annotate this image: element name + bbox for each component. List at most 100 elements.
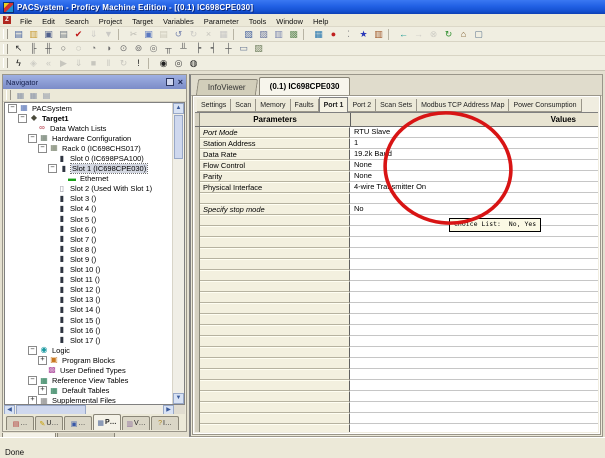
stop-icon[interactable]: ■ [86, 57, 101, 70]
nav-tab-manager[interactable]: ▤… [6, 416, 34, 430]
doc-tab-ic698cpe030[interactable]: (0.1) IC698CPE030 [259, 77, 351, 95]
param-value-cell[interactable] [350, 347, 598, 358]
nav-tab-infoview[interactable]: ?I… [151, 416, 179, 430]
param-value-cell[interactable] [350, 292, 598, 303]
tree-item-slot-5[interactable]: ▮Slot 5 () [5, 214, 173, 224]
tree-item-slot-0-ic698psa100[interactable]: ▮Slot 0 (IC698PSA100) [5, 153, 173, 163]
tab-scan-sets[interactable]: Scan Sets [376, 99, 417, 112]
select-tool-icon[interactable]: ↖ [11, 42, 26, 55]
cascade-windows-icon[interactable]: ▧ [241, 28, 256, 41]
tree-item-slot-9[interactable]: ▮Slot 9 () [5, 254, 173, 264]
rewind-icon[interactable]: « [41, 57, 56, 70]
nav-view-options-icon[interactable]: ▤ [40, 90, 53, 101]
doc-tab-infoviewer[interactable]: InfoViewer [196, 79, 258, 95]
scroll-up-icon[interactable]: ▲ [173, 103, 184, 114]
param-value-cell[interactable] [350, 325, 598, 336]
child-window-icon[interactable]: Z [3, 16, 11, 24]
tree-item-slot-7[interactable]: ▮Slot 7 () [5, 234, 173, 244]
force-icon[interactable]: ◈ [26, 57, 41, 70]
write-changes-icon[interactable]: ⇓ [86, 28, 101, 41]
param-value-cell[interactable] [350, 358, 598, 369]
paste-icon[interactable]: ▤ [156, 28, 171, 41]
menu-variables[interactable]: Variables [158, 16, 199, 27]
show-docs-icon[interactable]: ▢ [471, 28, 486, 41]
clear-faults-icon[interactable]: ! [131, 57, 146, 70]
find-icon[interactable]: ◉ [156, 57, 171, 70]
tree-item-slot-12[interactable]: ▮Slot 12 () [5, 285, 173, 295]
param-value-cell[interactable] [350, 402, 598, 413]
menu-parameter[interactable]: Parameter [199, 16, 244, 27]
menu-search[interactable]: Search [60, 16, 94, 27]
tree-item-slot-1-ic698cpe030[interactable]: −▮Slot 1 (IC698CPE030) [5, 164, 173, 174]
find-in-files-icon[interactable]: ◎ [171, 57, 186, 70]
nav-tab-variables[interactable]: ▥V… [122, 416, 150, 430]
draw-tool-icon[interactable]: ▨ [251, 42, 266, 55]
favorites-icon[interactable]: ★ [356, 28, 371, 41]
find-next-icon[interactable]: ◍ [186, 57, 201, 70]
tree-item-slot-4[interactable]: ▮Slot 4 () [5, 204, 173, 214]
properties-icon[interactable]: ▦ [216, 28, 231, 41]
pause-icon[interactable]: ‖ [101, 57, 116, 70]
tree-item-slot-6[interactable]: ▮Slot 6 () [5, 224, 173, 234]
function-block-icon[interactable]: ◎ [146, 42, 161, 55]
options-icon[interactable]: ▩ [286, 28, 301, 41]
tree-item-slot-11[interactable]: ▮Slot 11 () [5, 275, 173, 285]
param-value-cell[interactable] [350, 413, 598, 424]
expand-toggle-icon[interactable]: − [28, 134, 37, 143]
param-value-cell[interactable] [350, 237, 598, 248]
web-docs-icon[interactable]: ▦ [311, 28, 326, 41]
menu-window[interactable]: Window [271, 16, 308, 27]
home-icon[interactable]: ⌂ [456, 28, 471, 41]
tree-item-hardware-configuration[interactable]: −▦Hardware Configuration [5, 133, 173, 143]
close-icon[interactable]: × [178, 78, 183, 87]
expand-toggle-icon[interactable]: − [28, 376, 37, 385]
nav-tab-project[interactable]: ▦P… [93, 414, 121, 430]
save-icon[interactable]: ▣ [41, 28, 56, 41]
normally-closed-contact-icon[interactable]: ╫ [41, 42, 56, 55]
tree-item-slot-14[interactable]: ▮Slot 14 () [5, 305, 173, 315]
stop-loading-icon[interactable]: ⊗ [426, 28, 441, 41]
cut-icon[interactable]: ✂ [126, 28, 141, 41]
retentive-coil-icon[interactable]: ⊙ [116, 42, 131, 55]
undo-icon[interactable]: ↺ [171, 28, 186, 41]
falling-edge-icon[interactable]: ╨ [176, 42, 191, 55]
nav-tab-machine[interactable]: ▣… [64, 416, 92, 430]
toolbar-grip[interactable] [6, 90, 11, 100]
tree-item-slot-2-used-with-slot-1[interactable]: ▯Slot 2 (Used With Slot 1) [5, 184, 173, 194]
menu-tools[interactable]: Tools [244, 16, 272, 27]
tab-memory[interactable]: Memory [256, 99, 290, 112]
toolbar-grip[interactable] [3, 29, 8, 39]
tab-settings[interactable]: Settings [197, 99, 231, 112]
normally-open-contact-icon[interactable]: ╟ [26, 42, 41, 55]
vertical-scroll-thumb[interactable] [174, 115, 183, 159]
refresh-icon[interactable]: ↻ [441, 28, 456, 41]
param-value-cell[interactable] [350, 281, 598, 292]
negated-coil-icon[interactable]: ◌ [71, 42, 86, 55]
open-project-icon[interactable]: ▥ [26, 28, 41, 41]
expand-toggle-icon[interactable]: + [38, 356, 47, 365]
tree-item-slot-16[interactable]: ▮Slot 16 () [5, 325, 173, 335]
toolbar-grip[interactable] [3, 58, 8, 68]
tree-item-pacsystem[interactable]: −▦PACSystem [5, 103, 173, 113]
param-value-cell[interactable]: 19.2k Baud [350, 149, 598, 160]
param-value-cell[interactable]: None [350, 171, 598, 182]
validate-icon[interactable]: ✔ [71, 28, 86, 41]
param-value-cell[interactable] [350, 314, 598, 325]
tree-item-ethernet[interactable]: ▬Ethernet [5, 174, 173, 184]
tree-item-slot-10[interactable]: ▮Slot 10 () [5, 265, 173, 275]
transition-coil-icon[interactable]: ⊚ [131, 42, 146, 55]
param-value-cell[interactable] [350, 259, 598, 270]
param-value-cell[interactable] [350, 336, 598, 347]
menu-file[interactable]: File [15, 16, 37, 27]
run-icon[interactable]: ▶ [56, 57, 71, 70]
target-comm-icon[interactable]: ▼ [101, 28, 116, 41]
tree-item-default-tables[interactable]: +▦Default Tables [5, 386, 173, 396]
coil-icon[interactable]: ○ [56, 42, 71, 55]
tree-item-slot-8[interactable]: ▮Slot 8 () [5, 244, 173, 254]
toolbar-grip[interactable] [3, 44, 8, 54]
new-project-icon[interactable]: ▤ [11, 28, 26, 41]
tree-item-data-watch-lists[interactable]: ∞Data Watch Lists [5, 123, 173, 133]
expand-toggle-icon[interactable]: + [38, 386, 47, 395]
expand-toggle-icon[interactable]: − [18, 114, 27, 123]
tree-item-slot-3[interactable]: ▮Slot 3 () [5, 194, 173, 204]
